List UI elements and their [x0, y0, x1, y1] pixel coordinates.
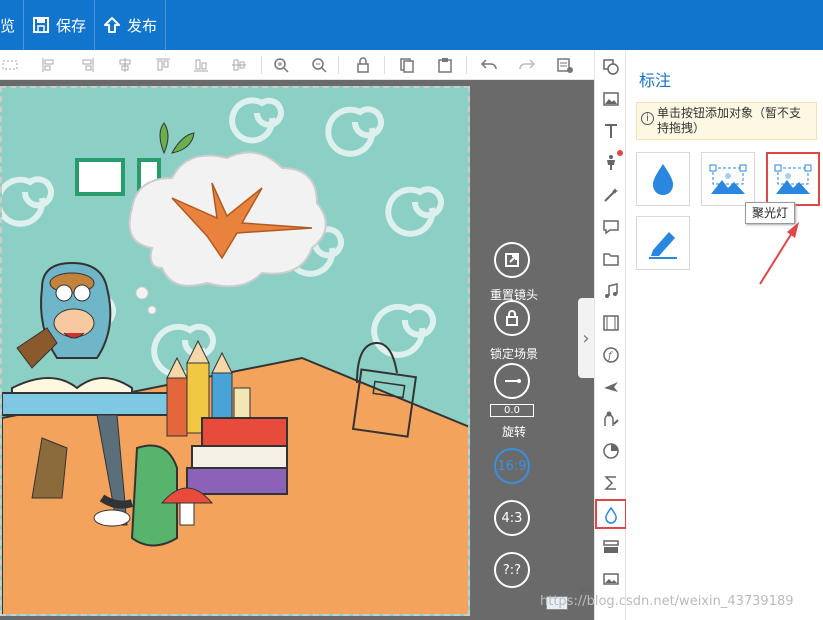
toolbar-divider: [384, 56, 385, 74]
toolbar: [0, 50, 594, 80]
copy-icon[interactable]: [398, 56, 416, 74]
hint-text: 单击按钮添加对象（暂不支持拖拽）: [657, 106, 802, 135]
reset-camera-button[interactable]: [494, 242, 530, 278]
ratio-custom-button[interactable]: ?:?: [494, 552, 530, 588]
rotate-label: 旋转: [501, 425, 526, 439]
preview-button[interactable]: 览: [0, 0, 25, 50]
preview-label: 览: [0, 16, 16, 35]
align-left-icon[interactable]: [40, 56, 58, 74]
rotate-dial-icon: [505, 379, 521, 383]
pie-chart-icon[interactable]: [601, 441, 621, 461]
rotate-value[interactable]: 0.0: [490, 404, 534, 417]
ratio-16-9-label: 16:9: [497, 458, 527, 474]
object-category-strip: f: [594, 50, 627, 620]
hint-box: i 单击按钮添加对象（暂不支持拖拽）: [636, 102, 817, 140]
effect-wand-icon[interactable]: [601, 185, 621, 205]
speech-bubble-icon[interactable]: [601, 217, 621, 237]
svg-text:f: f: [607, 351, 614, 362]
music-icon[interactable]: [601, 281, 621, 301]
lock-scene-label: 锁定场景: [489, 347, 538, 361]
rotate-dial[interactable]: [494, 363, 530, 399]
save-label: 保存: [56, 16, 87, 35]
lock-icon[interactable]: [354, 56, 372, 74]
scene-illustration: [2, 97, 468, 614]
spotlight-card[interactable]: [766, 152, 820, 206]
sigma-icon[interactable]: [601, 473, 621, 493]
paste-icon[interactable]: [436, 56, 454, 74]
watermark-droplet-card[interactable]: [636, 152, 690, 206]
film-icon[interactable]: [601, 313, 621, 333]
align-bottom-icon[interactable]: [192, 56, 210, 74]
airplane-icon[interactable]: [601, 377, 621, 397]
editor-app: 览 保存 发布 重置镜头 锁定场景 0.0 旋转 16:9 4:3 ?:? › …: [0, 0, 823, 620]
settings-list-icon[interactable]: [556, 56, 574, 74]
layers-icon[interactable]: [601, 537, 621, 557]
lock-scene-button[interactable]: [494, 300, 530, 336]
redo-icon[interactable]: [518, 56, 536, 74]
spotlight-icon: [774, 164, 812, 194]
scene-canvas[interactable]: [0, 86, 470, 616]
publish-label: 发布: [127, 16, 158, 35]
publish-icon: [104, 17, 121, 33]
ratio-4-3-label: 4:3: [501, 510, 523, 526]
ratio-custom-label: ?:?: [502, 562, 522, 578]
highlighter-card[interactable]: [636, 216, 690, 270]
publish-button[interactable]: 发布: [95, 0, 167, 50]
panel-collapse-toggle[interactable]: ›: [578, 298, 594, 378]
top-bar: 览 保存 发布: [0, 0, 823, 50]
watermark-text: https://blog.csdn.net/weixin_43739189: [540, 594, 794, 609]
toolbar-divider: [466, 56, 467, 74]
highlighter-pen-icon: [649, 232, 677, 259]
ratio-16-9-button[interactable]: 16:9: [494, 448, 530, 484]
droplet-icon[interactable]: [601, 505, 621, 525]
person-edit-icon[interactable]: [601, 409, 621, 429]
annotation-panel: 标注 i 单击按钮添加对象（暂不支持拖拽）: [626, 50, 823, 620]
canvas-tools: 重置镜头 锁定场景 0.0 旋转 16:9 4:3 ?:?: [482, 80, 546, 620]
distribute-icon[interactable]: [2, 56, 20, 74]
character-icon[interactable]: [601, 153, 621, 173]
align-right-icon[interactable]: [78, 56, 96, 74]
gallery-icon[interactable]: [601, 569, 621, 589]
folder-icon[interactable]: [601, 249, 621, 269]
chevron-right-icon: ›: [582, 327, 590, 349]
align-center-icon[interactable]: [116, 56, 134, 74]
undo-icon[interactable]: [480, 56, 498, 74]
shape-icon[interactable]: [601, 57, 621, 77]
mask-picture-icon: [709, 164, 747, 194]
mask-card[interactable]: [701, 152, 755, 206]
formula-icon[interactable]: f: [601, 345, 621, 365]
panel-title: 标注: [639, 71, 672, 90]
save-icon: [33, 17, 50, 33]
red-arrow-annotation: [759, 222, 799, 285]
lock-icon: [506, 310, 518, 326]
align-top-icon[interactable]: [154, 56, 172, 74]
save-button[interactable]: 保存: [24, 0, 96, 50]
reset-camera-icon: [505, 253, 519, 267]
zoom-in-icon[interactable]: [272, 56, 290, 74]
toolbar-divider: [261, 56, 262, 74]
image-icon[interactable]: [601, 89, 621, 109]
align-middle-icon[interactable]: [230, 56, 248, 74]
ratio-4-3-button[interactable]: 4:3: [494, 500, 530, 536]
zoom-out-icon[interactable]: [310, 56, 328, 74]
text-icon[interactable]: [601, 121, 621, 141]
droplet-icon: [652, 164, 674, 195]
toolbar-divider: [338, 56, 339, 74]
info-icon: i: [641, 112, 654, 125]
